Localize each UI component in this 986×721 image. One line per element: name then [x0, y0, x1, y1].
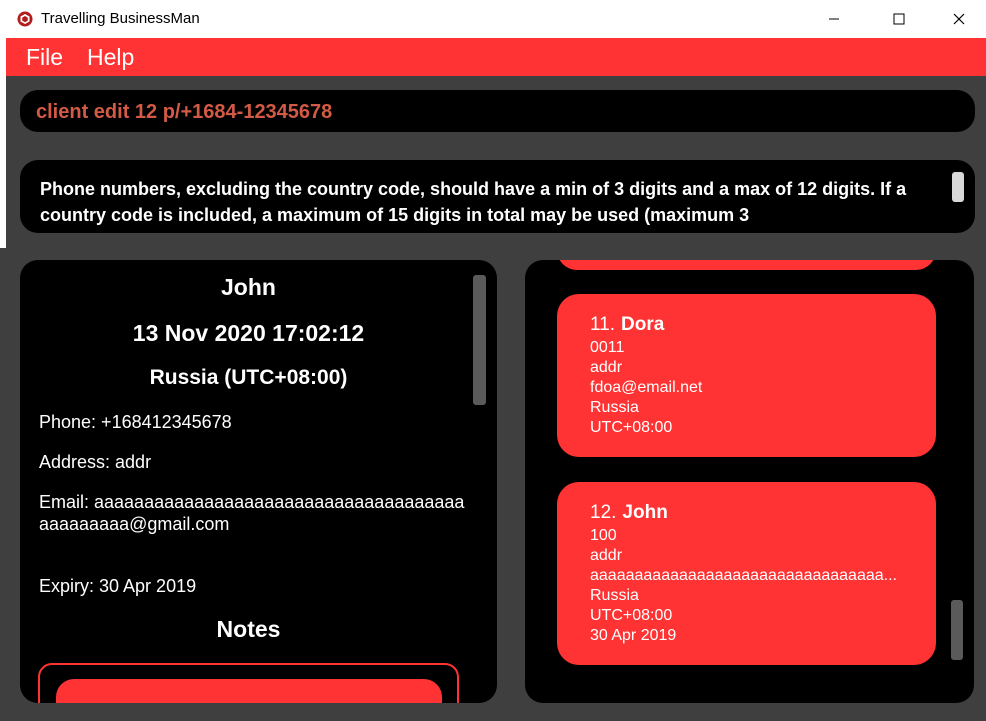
detail-email: Email: aaaaaaaaaaaaaaaaaaaaaaaaaaaaaaaaa… — [39, 492, 465, 534]
menu-file[interactable]: File — [26, 44, 63, 71]
detail-scrollbar[interactable] — [473, 275, 486, 405]
client-detail-panel: John 13 Nov 2020 17:02:12 Russia (UTC+08… — [20, 260, 497, 703]
maximize-button[interactable] — [876, 0, 922, 38]
minimize-button[interactable] — [811, 0, 857, 38]
client-index: 11. — [590, 314, 616, 335]
menu-bar: File Help — [6, 38, 986, 76]
detail-country: Russia (UTC+08:00) — [149, 366, 348, 389]
close-icon — [953, 13, 965, 25]
result-scrollbar[interactable] — [952, 172, 964, 202]
client-phone: 100 — [590, 527, 617, 544]
client-list-panel: 11. Dora 0011 addr fdoa@email.net Russia … — [525, 260, 974, 703]
client-country: Russia — [590, 587, 639, 604]
list-scrollbar[interactable] — [951, 600, 963, 660]
window-title: Travelling BusinessMan — [41, 10, 200, 27]
client-address: addr — [590, 359, 623, 376]
client-expiry: 30 Apr 2019 — [590, 627, 677, 644]
notes-heading: Notes — [216, 616, 281, 642]
client-timezone: UTC+08:00 — [590, 607, 673, 624]
title-bar: Travelling BusinessMan — [0, 0, 986, 38]
result-message: Phone numbers, excluding the country cod… — [40, 179, 907, 225]
detail-address: Address: addr — [39, 452, 152, 472]
client-card[interactable] — [557, 260, 936, 270]
detail-expiry: Expiry: 30 Apr 2019 — [39, 576, 197, 596]
detail-local-time: 13 Nov 2020 17:02:12 — [132, 320, 365, 346]
app-window: File Help client edit 12 p/+1684-1234567… — [6, 38, 986, 721]
client-country: Russia — [590, 399, 639, 416]
client-card-header: 11. Dora — [590, 314, 664, 336]
client-phone: 0011 — [590, 339, 625, 356]
command-input[interactable]: client edit 12 p/+1684-12345678 — [36, 101, 332, 124]
client-address: addr — [590, 547, 623, 564]
client-timezone: UTC+08:00 — [590, 419, 673, 436]
command-box[interactable]: client edit 12 p/+1684-12345678 — [20, 90, 975, 132]
detail-phone: Phone: +168412345678 — [39, 412, 232, 432]
client-name: Dora — [621, 314, 665, 335]
close-button[interactable] — [936, 0, 982, 38]
maximize-icon — [893, 13, 905, 25]
app-logo-icon — [17, 11, 33, 27]
note-card[interactable] — [38, 663, 459, 703]
minimize-icon — [829, 18, 839, 20]
client-card-header: 12. John — [590, 502, 668, 524]
note-item[interactable] — [56, 679, 442, 703]
client-card[interactable]: 11. Dora 0011 addr fdoa@email.net Russia … — [557, 294, 936, 457]
menu-help[interactable]: Help — [87, 44, 134, 71]
client-index: 12. — [590, 502, 617, 523]
client-email: aaaaaaaaaaaaaaaaaaaaaaaaaaaaaaaaa... — [590, 567, 897, 584]
client-email: fdoa@email.net — [590, 379, 703, 396]
result-display: Phone numbers, excluding the country cod… — [20, 160, 975, 233]
detail-name: John — [221, 274, 276, 300]
client-name: John — [622, 502, 668, 523]
client-card[interactable]: 12. John 100 addr aaaaaaaaaaaaaaaaaaaaaaa… — [557, 482, 936, 665]
